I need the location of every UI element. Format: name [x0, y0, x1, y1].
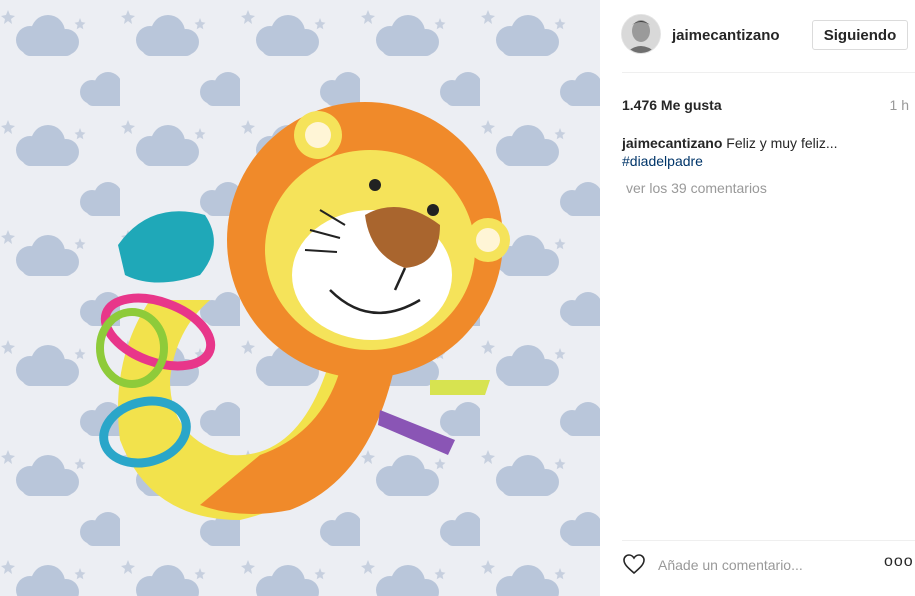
- avatar[interactable]: [622, 15, 660, 53]
- avatar-photo-icon: [622, 15, 660, 53]
- view-comments-link[interactable]: ver los 39 comentarios: [626, 180, 767, 196]
- lion-toy-image: [0, 0, 600, 596]
- username-link[interactable]: jaimecantizano: [672, 27, 780, 44]
- caption-text: Feliz y muy feliz...: [726, 135, 838, 151]
- post-caption: jaimecantizano Feliz y muy feliz... #dia…: [622, 134, 902, 170]
- post-time[interactable]: 1 h: [890, 97, 909, 113]
- post-photo[interactable]: [0, 0, 600, 596]
- post-sidebar: jaimecantizano Siguiendo 1.476 Me gusta …: [600, 0, 915, 596]
- likes-count[interactable]: 1.476 Me gusta: [622, 97, 722, 113]
- following-button[interactable]: Siguiendo: [812, 20, 908, 50]
- header-divider: [622, 72, 915, 73]
- hashtag-link[interactable]: #diadelpadre: [622, 153, 703, 169]
- post-header: jaimecantizano Siguiendo: [600, 0, 915, 72]
- footer-divider: [622, 540, 915, 541]
- comment-input[interactable]: [658, 554, 878, 576]
- caption-username[interactable]: jaimecantizano: [622, 135, 722, 151]
- more-options-button[interactable]: ooo: [884, 553, 914, 571]
- heart-icon[interactable]: [622, 552, 646, 576]
